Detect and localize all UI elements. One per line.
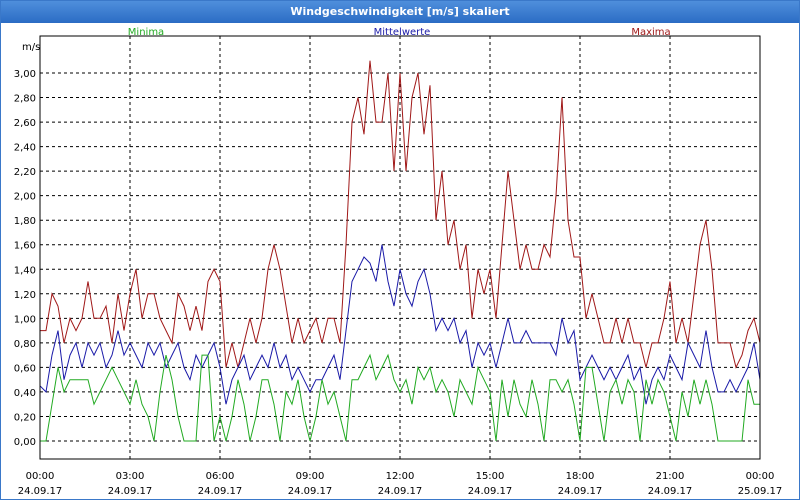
y-tick-label: 2,20 — [14, 167, 36, 178]
x-tick-time: 09:00 — [296, 471, 325, 482]
x-tick-date: 24.09.17 — [198, 486, 243, 497]
y-tick-label: 1,40 — [14, 265, 36, 276]
x-tick-date: 24.09.17 — [18, 486, 63, 497]
x-tick-time: 06:00 — [206, 471, 235, 482]
y-tick-label: 1,20 — [14, 290, 36, 301]
grid-lines — [40, 36, 760, 459]
x-tick-time: 00:00 — [746, 471, 775, 482]
x-tick-date: 24.09.17 — [288, 486, 333, 497]
y-tick-label: 0,80 — [14, 339, 36, 350]
x-tick-time: 15:00 — [476, 471, 505, 482]
x-tick-date: 24.09.17 — [108, 486, 153, 497]
data-series — [39, 60, 761, 442]
x-tick-time: 21:00 — [656, 471, 685, 482]
y-tick-label: 0,60 — [14, 363, 36, 374]
y-tick-label: 1,00 — [14, 314, 36, 325]
x-tick-time: 18:00 — [566, 471, 595, 482]
x-tick-date: 24.09.17 — [648, 486, 693, 497]
x-tick-date: 24.09.17 — [468, 486, 513, 497]
y-tick-label: 3,00 — [14, 69, 36, 80]
y-tick-label: 0,40 — [14, 388, 36, 399]
y-tick-label: 2,40 — [14, 143, 36, 154]
y-tick-label: 0,20 — [14, 412, 36, 423]
y-tick-label: 2,60 — [14, 118, 36, 129]
y-tick-label: 1,80 — [14, 216, 36, 227]
y-tick-label: 2,80 — [14, 94, 36, 105]
y-axis-label: m/s — [22, 42, 40, 53]
y-tick-label: 0,00 — [14, 437, 36, 448]
wind-speed-chart: 0,00 0,20 0,40 0,60 0,80 1,00 1,20 1,40 1,60 1,80… — [14, 27, 783, 497]
x-tick-time: 12:00 — [386, 471, 415, 482]
x-tick-time: 00:00 — [26, 471, 55, 482]
x-tick-date: 24.09.17 — [378, 486, 423, 497]
x-tick-time: 03:00 — [116, 471, 145, 482]
x-tick-date: 25.09.17 — [738, 486, 783, 497]
y-tick-label: 2,00 — [14, 192, 36, 203]
series-line-maxima — [40, 60, 761, 369]
x-axis-ticks: 00:00 24.09.17 03:00 24.09.17 06:00 24.09.17 0… — [18, 471, 783, 497]
y-tick-label: 1,60 — [14, 241, 36, 252]
y-axis-ticks: 0,00 0,20 0,40 0,60 0,80 1,00 1,20 1,40 1,60 1,80… — [14, 69, 36, 448]
x-tick-date: 24.09.17 — [558, 486, 603, 497]
